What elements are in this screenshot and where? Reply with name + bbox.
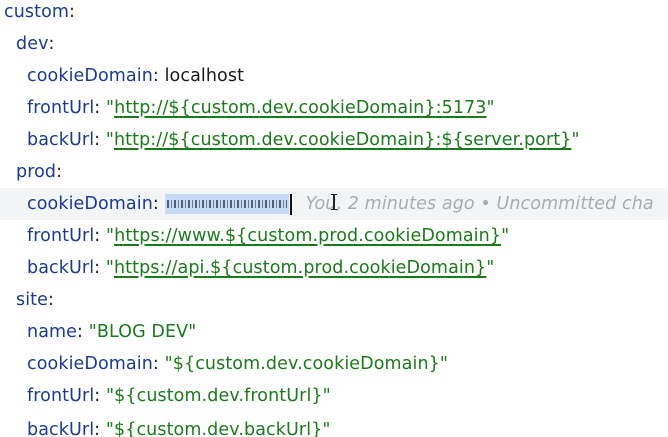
yaml-key: frontUrl	[27, 386, 95, 406]
yaml-key: backUrl	[27, 130, 95, 150]
yaml-key: cookieDomain	[27, 354, 153, 374]
code-line[interactable]: backUrl: " ${custom.dev.backUrl} "	[0, 414, 668, 437]
code-line[interactable]: frontUrl: " https://www.${custom.prod.coo…	[0, 220, 668, 252]
yaml-value: localhost	[164, 66, 245, 86]
selected-redacted-value[interactable]	[164, 194, 289, 214]
yaml-key: cookieDomain	[27, 194, 153, 214]
code-line[interactable]: backUrl: " http://${custom.dev.cookieDoma…	[0, 124, 668, 156]
code-line[interactable]: backUrl: " https://api.${custom.prod.cook…	[0, 252, 668, 284]
url-link[interactable]: http://${custom.dev.cookieDomain}:5173	[114, 98, 486, 118]
code-line[interactable]: frontUrl: " http://${custom.dev.cookieDom…	[0, 92, 668, 124]
url-link[interactable]: http://${custom.dev.cookieDomain}:${serv…	[114, 130, 571, 150]
code-line[interactable]: site:	[0, 284, 668, 316]
yaml-key: dev	[16, 34, 49, 54]
yaml-string-value: BLOG DEV	[96, 322, 189, 342]
yaml-key: backUrl	[27, 420, 95, 437]
yaml-key: site	[16, 290, 49, 310]
code-line[interactable]: cookieDomain: localhost	[0, 60, 668, 92]
yaml-key: custom	[4, 2, 70, 22]
yaml-string-value: ${custom.dev.backUrl}	[113, 420, 323, 437]
yaml-key: cookieDomain	[27, 66, 153, 86]
code-line[interactable]: frontUrl: " ${custom.dev.frontUrl} "	[0, 380, 668, 412]
url-link[interactable]: https://api.${custom.prod.cookieDomain}	[114, 258, 486, 278]
text-cursor-icon	[331, 194, 337, 210]
yaml-string-value: ${custom.dev.frontUrl}	[114, 386, 323, 406]
yaml-key: frontUrl	[27, 226, 95, 246]
code-editor[interactable]: custom: dev: cookieDomain: localhost fro…	[0, 0, 668, 437]
git-blame-annotation: You, 2 minutes ago • Uncommitted cha	[305, 194, 654, 214]
code-line[interactable]: cookieDomain: " ${custom.dev.cookieDomain…	[0, 348, 668, 380]
url-link[interactable]: https://www.${custom.prod.cookieDomain}	[114, 226, 501, 246]
code-line[interactable]: custom:	[0, 0, 668, 28]
yaml-key: name	[27, 322, 78, 342]
yaml-string-value: ${custom.dev.cookieDomain}	[172, 354, 440, 374]
code-line[interactable]: dev:	[0, 28, 668, 60]
code-line[interactable]: name: " BLOG DEV "	[0, 316, 668, 348]
code-line[interactable]: prod:	[0, 156, 668, 188]
text-caret	[289, 193, 292, 215]
yaml-key: backUrl	[27, 258, 95, 278]
yaml-key: prod	[16, 162, 57, 182]
yaml-key: frontUrl	[27, 98, 95, 118]
